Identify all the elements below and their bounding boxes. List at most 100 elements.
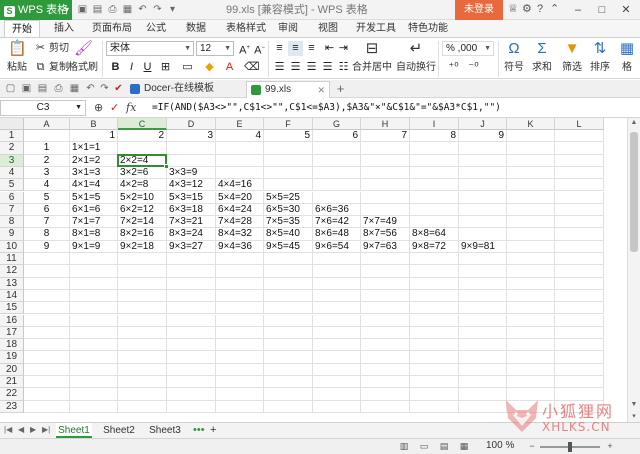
row-header-20[interactable]: 20: [0, 363, 24, 376]
cell-c14[interactable]: [118, 289, 167, 303]
cell-e5[interactable]: 4×4=16: [216, 179, 264, 192]
cell-j6[interactable]: [459, 191, 507, 204]
help-icon[interactable]: ?: [537, 3, 543, 16]
cell-a22[interactable]: [24, 388, 70, 401]
cell-j20[interactable]: [459, 363, 507, 376]
cell-h17[interactable]: [361, 326, 410, 340]
cell-b17[interactable]: [70, 326, 118, 340]
open-icon[interactable]: ▤: [91, 3, 104, 16]
cell-l3[interactable]: [555, 154, 604, 167]
cell-i5[interactable]: [410, 179, 459, 192]
cell-d19[interactable]: [167, 351, 216, 364]
cell-d8[interactable]: 7×3=21: [167, 216, 216, 229]
cell-f13[interactable]: [264, 277, 313, 290]
cell-k5[interactable]: [507, 179, 555, 192]
cell-h4[interactable]: [361, 166, 410, 180]
decimal-increase-icon[interactable]: ⁺⁰: [446, 60, 461, 75]
cell-b11[interactable]: [70, 253, 118, 266]
cell-a17[interactable]: [24, 326, 70, 340]
border-icon[interactable]: ⊞: [158, 60, 173, 75]
cell-k10[interactable]: [507, 240, 555, 253]
row-header-9[interactable]: 9: [0, 228, 24, 241]
row-header-11[interactable]: 11: [0, 253, 24, 266]
row-header-2[interactable]: 2: [0, 142, 24, 155]
cell-a21[interactable]: [24, 376, 70, 389]
column-header-g[interactable]: G: [313, 118, 361, 130]
cell-a18[interactable]: [24, 339, 70, 352]
cell-a14[interactable]: [24, 289, 70, 303]
cell-k4[interactable]: [507, 166, 555, 180]
cell-j9[interactable]: [459, 228, 507, 241]
cell-a11[interactable]: [24, 253, 70, 266]
tab-view[interactable]: 视图: [312, 20, 344, 37]
cell-a10[interactable]: 9: [24, 240, 70, 253]
cell-b21[interactable]: [70, 376, 118, 389]
row-header-5[interactable]: 5: [0, 179, 24, 192]
cell-f11[interactable]: [264, 253, 313, 266]
cell-l15[interactable]: [555, 302, 604, 315]
cell-d15[interactable]: [167, 302, 216, 315]
cell-l19[interactable]: [555, 351, 604, 364]
cell-a15[interactable]: [24, 302, 70, 315]
page-break-view-icon[interactable]: ▤: [438, 441, 450, 452]
format-painter-button[interactable]: 🖌 格式刷: [68, 40, 98, 73]
cell-b18[interactable]: [70, 339, 118, 352]
align-right-icon[interactable]: ☰: [304, 60, 319, 75]
cell-g1[interactable]: 6: [313, 130, 361, 143]
row-header-8[interactable]: 8: [0, 216, 24, 229]
filter-button[interactable]: ▼ 筛选: [560, 40, 584, 73]
cell-h16[interactable]: [361, 314, 410, 327]
cell-h23[interactable]: [361, 400, 410, 413]
close-tab-icon[interactable]: ✕: [317, 82, 325, 98]
cell-c13[interactable]: [118, 277, 167, 290]
column-header-i[interactable]: I: [410, 118, 459, 130]
cell-d7[interactable]: 6×3=18: [167, 203, 216, 217]
new-doc-icon[interactable]: ▢: [4, 82, 17, 95]
tab-home[interactable]: 开始: [4, 20, 40, 37]
cell-d4[interactable]: 3×3=9: [167, 166, 216, 180]
cell-c8[interactable]: 7×2=14: [118, 216, 167, 229]
cell-l8[interactable]: [555, 216, 604, 229]
cell-f19[interactable]: [264, 351, 313, 364]
cell-i23[interactable]: [410, 400, 459, 413]
redo-icon[interactable]: ↷: [151, 3, 164, 16]
maximize-button[interactable]: □: [590, 0, 614, 20]
cell-f4[interactable]: [264, 166, 313, 180]
cell-k13[interactable]: [507, 277, 555, 290]
cell-l7[interactable]: [555, 203, 604, 217]
bold-button[interactable]: B: [108, 60, 123, 75]
undo-icon[interactable]: ↶: [84, 82, 97, 95]
cell-b20[interactable]: [70, 363, 118, 376]
last-sheet-icon[interactable]: ▶|: [42, 425, 50, 434]
cell-i2[interactable]: [410, 142, 459, 155]
cell-f5[interactable]: [264, 179, 313, 192]
cell-g2[interactable]: [313, 142, 361, 155]
tab-data[interactable]: 数据: [180, 20, 212, 37]
cell-g14[interactable]: [313, 289, 361, 303]
cell-f15[interactable]: [264, 302, 313, 315]
vertical-scrollbar[interactable]: ▲ ▼ ▾: [627, 118, 640, 422]
cell-e7[interactable]: 6×4=24: [216, 203, 264, 217]
cell-d21[interactable]: [167, 376, 216, 389]
sort-button[interactable]: ⇅ 排序: [588, 40, 612, 73]
align-middle-icon[interactable]: ≡: [288, 41, 303, 56]
cell-e1[interactable]: 4: [216, 130, 264, 143]
decrease-font-icon[interactable]: A−: [252, 41, 267, 57]
select-all-corner[interactable]: [0, 118, 24, 130]
cell-k12[interactable]: [507, 265, 555, 278]
cell-e13[interactable]: [216, 277, 264, 290]
cell-l23[interactable]: [555, 400, 604, 413]
font-name-select[interactable]: 宋体 ▼: [106, 41, 194, 56]
indent-increase-icon[interactable]: ⇥: [336, 41, 351, 56]
first-sheet-icon[interactable]: |◀: [4, 425, 12, 434]
cell-h6[interactable]: [361, 191, 410, 204]
cell-e3[interactable]: [216, 154, 264, 167]
cell-c23[interactable]: [118, 400, 167, 413]
cell-j2[interactable]: [459, 142, 507, 155]
cell-c17[interactable]: [118, 326, 167, 340]
row-header-22[interactable]: 22: [0, 388, 24, 401]
cell-c10[interactable]: 9×2=18: [118, 240, 167, 253]
cell-i11[interactable]: [410, 253, 459, 266]
scrollbar-thumb[interactable]: [630, 132, 638, 252]
tab-table-style[interactable]: 表格样式: [220, 20, 272, 37]
